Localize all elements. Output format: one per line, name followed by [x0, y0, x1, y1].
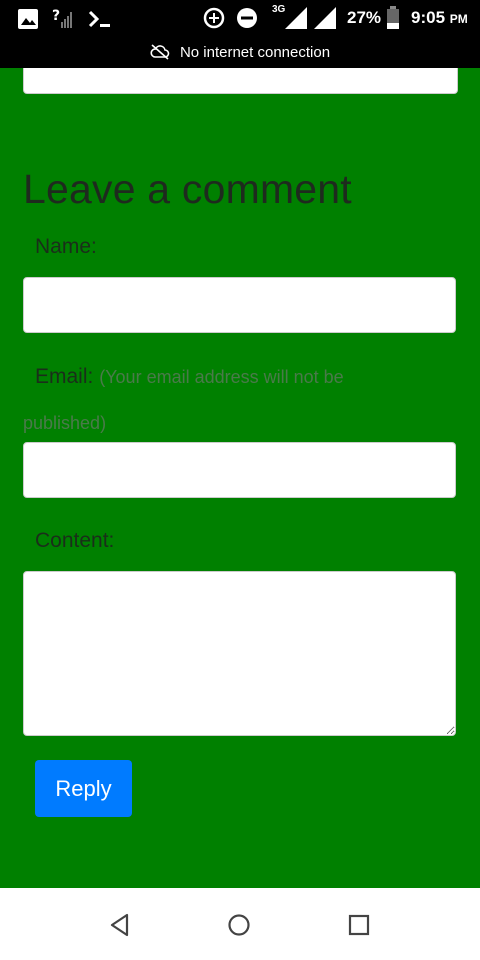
email-field[interactable] — [23, 442, 456, 498]
signal-3g-icon — [285, 7, 307, 29]
email-label: Email: (Your email address will not be — [35, 365, 344, 389]
page-title: Leave a comment — [23, 166, 352, 212]
home-icon[interactable] — [224, 910, 254, 940]
do-not-disturb-icon — [237, 8, 257, 28]
content-label: Content: — [35, 529, 115, 552]
back-icon[interactable] — [105, 910, 135, 940]
notification-text: No internet connection — [179, 43, 331, 61]
signal-unknown-icon: ? — [52, 8, 72, 28]
reply-button[interactable]: Reply — [35, 760, 132, 817]
name-label: Name: — [35, 235, 97, 258]
svg-text:?: ? — [52, 8, 60, 24]
cloud-off-icon — [150, 44, 170, 60]
data-saver-icon — [203, 7, 225, 29]
navigation-bar — [0, 888, 480, 960]
terminal-icon — [88, 10, 110, 28]
clock-time-value: 9:05 — [411, 8, 446, 27]
clock-time: 9:05 PM — [411, 8, 468, 28]
clock-time-suffix: PM — [449, 12, 468, 26]
notification-bar: No internet connection — [0, 40, 480, 64]
content-textarea[interactable] — [23, 571, 456, 736]
email-label-text: Email: — [35, 365, 94, 388]
email-hint-line1: (Your email address will not be — [99, 367, 344, 387]
previous-field[interactable] — [23, 68, 458, 94]
battery-icon — [387, 6, 399, 29]
name-field[interactable] — [23, 277, 456, 333]
email-hint-line2: published) — [23, 413, 107, 433]
signal-icon — [314, 7, 336, 29]
recents-icon[interactable] — [344, 910, 374, 940]
battery-percent: 27% — [347, 8, 382, 27]
image-icon — [18, 9, 38, 29]
status-bar: ? 3G 27% 9:05 PM No internet connection — [0, 0, 480, 68]
